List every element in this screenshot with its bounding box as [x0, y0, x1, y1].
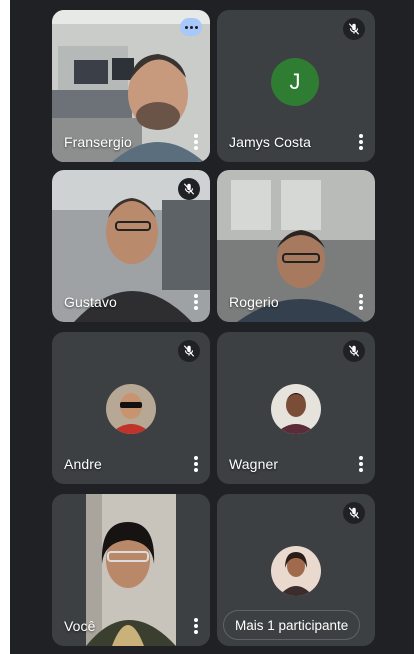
participant-tile-fransergio[interactable]: Fransergio [52, 10, 210, 162]
mic-off-icon [178, 340, 200, 362]
mic-off-icon [178, 178, 200, 200]
kebab-menu-icon[interactable] [190, 292, 202, 312]
avatar [271, 384, 321, 434]
kebab-menu-icon[interactable] [190, 616, 202, 636]
kebab-menu-icon[interactable] [190, 454, 202, 474]
participant-name: Rogerio [229, 294, 279, 310]
meeting-grid: Fransergio J Jamys Costa Gustavo Rogerio… [10, 0, 414, 654]
participant-name: Gustavo [64, 294, 117, 310]
participant-name: Você [64, 618, 96, 634]
participant-tile-rogerio[interactable]: Rogerio [217, 170, 375, 322]
mic-off-icon [343, 340, 365, 362]
more-participants-tile[interactable]: Mais 1 participante [217, 494, 375, 646]
avatar [271, 546, 321, 596]
kebab-menu-icon[interactable] [355, 132, 367, 152]
mic-off-icon [343, 18, 365, 40]
participant-name: Wagner [229, 456, 279, 472]
avatar [106, 384, 156, 434]
participant-name: Fransergio [64, 134, 132, 150]
kebab-menu-icon[interactable] [355, 292, 367, 312]
participant-name: Jamys Costa [229, 134, 312, 150]
participant-tile-gustavo[interactable]: Gustavo [52, 170, 210, 322]
kebab-menu-icon[interactable] [355, 454, 367, 474]
participant-tile-self[interactable]: Você [52, 494, 210, 646]
more-participants-button[interactable]: Mais 1 participante [223, 610, 361, 640]
participant-name: Andre [64, 456, 102, 472]
more-options-icon[interactable] [180, 18, 202, 36]
mic-off-icon [343, 502, 365, 524]
participant-tile-jamys-costa[interactable]: J Jamys Costa [217, 10, 375, 162]
participant-tile-andre[interactable]: Andre [52, 332, 210, 484]
participant-tile-wagner[interactable]: Wagner [217, 332, 375, 484]
kebab-menu-icon[interactable] [190, 132, 202, 152]
avatar-initial: J [271, 58, 319, 106]
